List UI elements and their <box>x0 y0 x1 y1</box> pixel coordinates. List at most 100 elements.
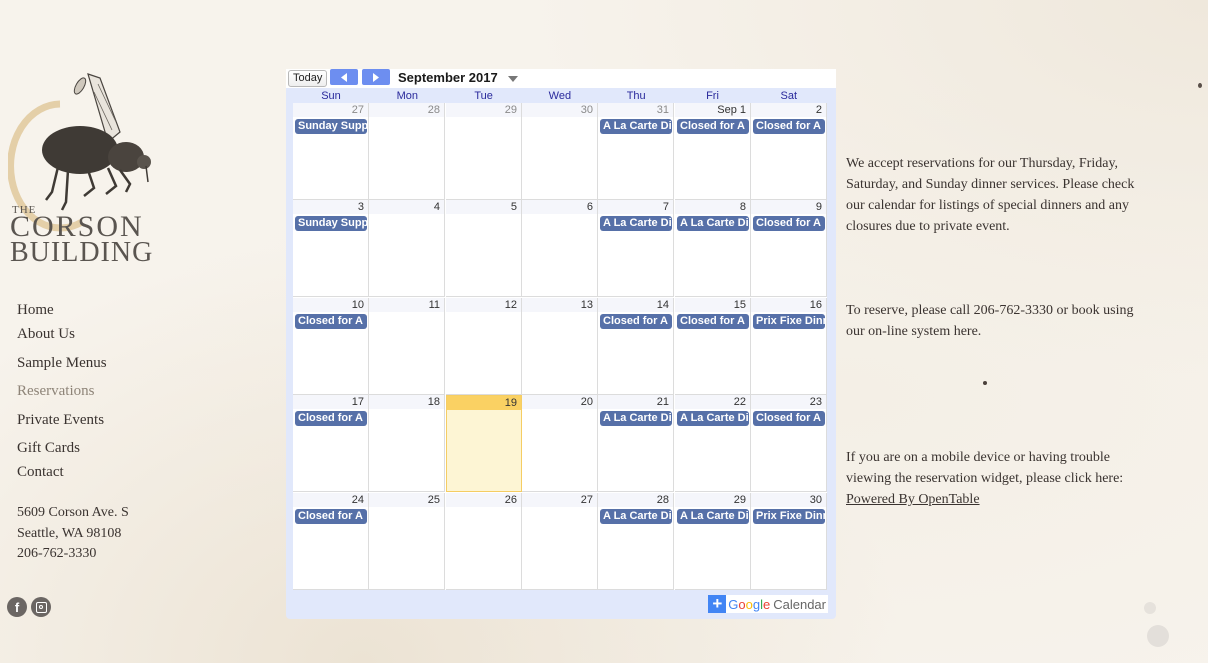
next-month-button[interactable] <box>362 69 390 85</box>
calendar-event[interactable]: Closed for A <box>753 411 825 427</box>
nav-sample-menus[interactable]: Sample Menus <box>17 355 107 372</box>
day-cell[interactable]: 10 Closed for A <box>293 297 369 395</box>
calendar-event[interactable]: A La Carte Dinner <box>600 216 672 232</box>
month-dropdown-icon[interactable] <box>508 76 518 82</box>
day-cell[interactable]: 22A La Carte Dinner <box>675 395 751 493</box>
calendar-event[interactable]: A La Carte Dinner <box>600 508 672 524</box>
day-cell[interactable]: 7A La Carte Dinner <box>598 200 674 298</box>
day-cell[interactable]: 2 Closed for A <box>751 103 827 200</box>
calendar-event[interactable]: A La Carte Dinner <box>677 411 749 427</box>
day-cell[interactable]: 28A La Carte Dinner <box>598 492 674 590</box>
day-number[interactable]: 27 <box>522 492 597 507</box>
nav-private-events[interactable]: Private Events <box>17 412 104 429</box>
calendar-event[interactable]: Prix Fixe Dinner <box>753 313 825 329</box>
calendar-event[interactable]: Sunday Supper <box>295 216 367 232</box>
day-cell[interactable]: 29A La Carte Dinner <box>675 492 751 590</box>
day-cell[interactable]: 30 <box>522 103 598 200</box>
day-number[interactable]: 10 <box>293 297 368 312</box>
day-number[interactable]: 3 <box>293 200 368 215</box>
day-cell[interactable]: Sep 1 Closed for A <box>675 103 751 200</box>
add-to-google-calendar-button[interactable]: + Google Calendar <box>708 595 828 613</box>
calendar-event[interactable]: A La Carte Dinner <box>677 508 749 524</box>
calendar-event[interactable]: Closed for A <box>295 313 367 329</box>
day-number[interactable]: 15 <box>675 297 750 312</box>
day-cell[interactable]: 16Prix Fixe Dinner <box>751 297 827 395</box>
calendar-event[interactable]: A La Carte Dinner <box>600 119 672 134</box>
calendar-event[interactable]: A La Carte Dinner <box>677 216 749 232</box>
day-cell[interactable]: 6 <box>522 200 598 298</box>
day-number[interactable]: 26 <box>446 492 521 507</box>
day-number[interactable]: 18 <box>369 395 444 410</box>
day-cell[interactable]: 24 Closed for A <box>293 492 369 590</box>
day-number[interactable]: 20 <box>522 395 597 410</box>
day-number[interactable]: 5 <box>446 200 521 215</box>
facebook-icon[interactable]: f <box>7 597 27 617</box>
nav-reservations[interactable]: Reservations <box>17 383 94 400</box>
day-cell[interactable]: 9 Closed for A <box>751 200 827 298</box>
day-number[interactable]: 25 <box>369 492 444 507</box>
day-number[interactable]: 30 <box>751 492 826 507</box>
nav-about-us[interactable]: About Us <box>17 326 75 343</box>
calendar-event[interactable]: Closed for A <box>677 313 749 329</box>
day-cell[interactable]: 14 Closed for A <box>598 297 674 395</box>
day-number[interactable]: 31 <box>598 103 673 117</box>
day-cell[interactable]: 29 <box>446 103 522 200</box>
day-number[interactable]: 13 <box>522 297 597 312</box>
day-cell[interactable]: 18 <box>369 395 445 493</box>
day-number[interactable]: 4 <box>369 200 444 215</box>
day-cell[interactable]: 31 A La Carte Dinner <box>598 103 674 200</box>
day-number[interactable]: 6 <box>522 200 597 215</box>
day-number[interactable]: 21 <box>598 395 673 410</box>
day-number[interactable]: 17 <box>293 395 368 410</box>
day-cell[interactable]: 4 <box>369 200 445 298</box>
day-cell[interactable]: 30Prix Fixe Dinner <box>751 492 827 590</box>
calendar-event[interactable]: Closed for A <box>753 119 825 134</box>
calendar-event[interactable]: Prix Fixe Dinner <box>753 508 825 524</box>
day-cell[interactable]: 27 Sunday Supper <box>293 103 369 200</box>
day-cell[interactable]: 13 <box>522 297 598 395</box>
day-number[interactable]: 29 <box>446 103 521 117</box>
day-cell[interactable]: 8A La Carte Dinner <box>675 200 751 298</box>
day-cell[interactable]: 23 Closed for A <box>751 395 827 493</box>
day-cell[interactable]: 25 <box>369 492 445 590</box>
calendar-event[interactable]: Closed for A <box>295 508 367 524</box>
day-cell[interactable]: 5 <box>446 200 522 298</box>
day-number[interactable]: 28 <box>598 492 673 507</box>
day-number[interactable]: 7 <box>598 200 673 215</box>
day-cell[interactable]: 27 <box>522 492 598 590</box>
day-cell[interactable]: 11 <box>369 297 445 395</box>
nav-contact[interactable]: Contact <box>17 464 64 481</box>
calendar-event[interactable]: Closed for A <box>753 216 825 232</box>
day-number[interactable]: 19 <box>447 396 521 411</box>
day-number[interactable]: 9 <box>751 200 826 215</box>
calendar-event[interactable]: Closed for A <box>600 313 672 329</box>
day-cell[interactable]: 17 Closed for A <box>293 395 369 493</box>
day-number[interactable]: 11 <box>369 297 444 312</box>
day-number[interactable]: 16 <box>751 297 826 312</box>
day-cell[interactable]: 20 <box>522 395 598 493</box>
day-number[interactable]: 2 <box>751 103 826 117</box>
calendar-event[interactable]: Sunday Supper <box>295 119 367 134</box>
calendar-event[interactable]: Closed for A <box>677 119 749 134</box>
day-number[interactable]: 14 <box>598 297 673 312</box>
day-cell-today[interactable]: 19 <box>446 395 522 493</box>
day-number[interactable]: 12 <box>446 297 521 312</box>
day-cell[interactable]: 21A La Carte Dinner <box>598 395 674 493</box>
opentable-link[interactable]: Powered By OpenTable <box>846 492 980 507</box>
day-number[interactable]: 24 <box>293 492 368 507</box>
day-cell[interactable]: 12 <box>446 297 522 395</box>
day-number[interactable]: Sep 1 <box>675 103 750 117</box>
nav-home[interactable]: Home <box>17 302 54 319</box>
day-number[interactable]: 23 <box>751 395 826 410</box>
corson-building-logo[interactable]: THE CORSON BUILDING <box>7 72 168 272</box>
day-cell[interactable]: 3Sunday Supper <box>293 200 369 298</box>
nav-gift-cards[interactable]: Gift Cards <box>17 440 80 457</box>
day-cell[interactable]: 28 <box>369 103 445 200</box>
today-button[interactable]: Today <box>288 70 328 87</box>
day-number[interactable]: 27 <box>293 103 368 117</box>
calendar-event[interactable]: A La Carte Dinner <box>600 411 672 427</box>
instagram-icon[interactable] <box>31 597 51 617</box>
prev-month-button[interactable] <box>330 69 358 85</box>
day-number[interactable]: 8 <box>675 200 750 215</box>
day-cell[interactable]: 15 Closed for A <box>675 297 751 395</box>
